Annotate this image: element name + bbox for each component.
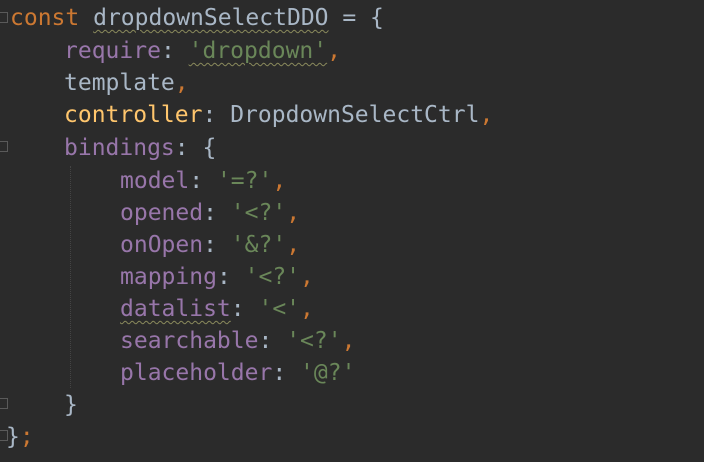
comma: , [341, 328, 356, 354]
separator: : [189, 168, 217, 194]
property-key: controller [64, 102, 203, 128]
property-key: bindings [64, 135, 175, 161]
separator: : [258, 328, 287, 354]
closing-brace: } [6, 424, 20, 450]
code-line: } [0, 389, 78, 421]
separator: : [230, 296, 259, 322]
separator: : [202, 102, 231, 128]
semicolon: ; [19, 424, 34, 450]
code-line: template, [0, 67, 189, 99]
binding-value: '&?' [230, 232, 287, 258]
separator: : [203, 200, 231, 226]
binding-line: searchable: '<?', [0, 325, 355, 357]
separator: : [203, 232, 231, 258]
property-key: require [64, 38, 161, 64]
binding-key: onOpen [120, 232, 204, 258]
binding-line: model: '=?', [0, 165, 286, 197]
binding-value: '<?' [244, 264, 301, 290]
comma: , [300, 264, 314, 290]
identifier: dropdownSelectDDO [93, 5, 329, 31]
binding-line: datalist: '<', [0, 293, 314, 325]
comma: , [174, 70, 189, 96]
binding-line: onOpen: '&?', [0, 229, 300, 261]
binding-key: searchable [120, 328, 259, 354]
comma: , [272, 168, 287, 194]
binding-value: '<' [258, 296, 301, 322]
binding-line: placeholder: '@?' [0, 357, 355, 389]
operator: = { [328, 5, 384, 31]
separator: : [216, 264, 245, 290]
closing-brace: } [64, 392, 78, 418]
binding-line: mapping: '<?', [0, 261, 314, 293]
code-line: bindings: { [0, 132, 216, 164]
binding-line: opened: '<?', [0, 197, 300, 229]
separator: : { [174, 135, 217, 161]
comma: , [479, 102, 494, 128]
code-editor[interactable]: const dropdownSelectDDO = { require: 'dr… [0, 0, 704, 462]
separator: : [160, 38, 189, 64]
binding-key: datalist [120, 296, 231, 322]
code-line: const dropdownSelectDDO = { [0, 2, 384, 34]
keyword: const [10, 5, 80, 31]
comma: , [286, 232, 301, 258]
comma: , [300, 296, 314, 322]
separator: : [272, 360, 301, 386]
binding-key: mapping [120, 264, 217, 290]
property-key: template [64, 70, 175, 96]
comma: , [286, 200, 301, 226]
binding-value: '<?' [286, 328, 342, 354]
binding-value: '=?' [216, 168, 273, 194]
code-line: }; [0, 421, 34, 453]
binding-key: opened [120, 200, 204, 226]
string-value: 'dropdown' [188, 38, 328, 64]
binding-key: model [120, 168, 190, 194]
code-line: require: 'dropdown', [0, 35, 341, 67]
code-line: controller: DropdownSelectCtrl, [0, 99, 493, 131]
comma: , [327, 38, 341, 64]
binding-key: placeholder [120, 360, 273, 386]
binding-value: '@?' [300, 360, 356, 386]
binding-value: '<?' [230, 200, 287, 226]
identifier-value: DropdownSelectCtrl [230, 102, 480, 128]
